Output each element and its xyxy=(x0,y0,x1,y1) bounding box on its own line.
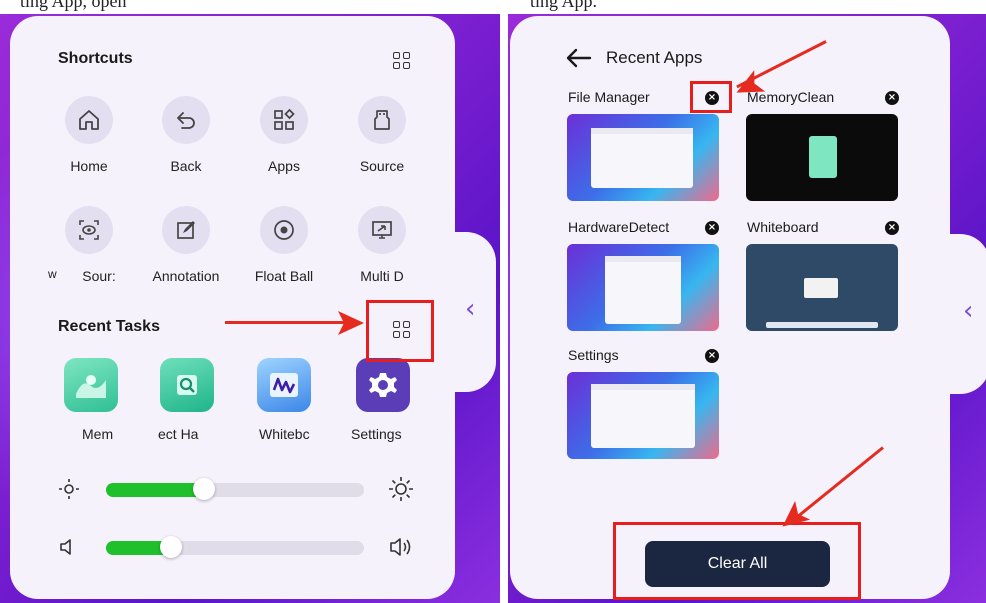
annotation-arrow xyxy=(225,321,345,324)
app-thumbnail[interactable] xyxy=(567,244,719,331)
shortcut-label: Home xyxy=(70,158,108,174)
close-icon[interactable]: × xyxy=(705,349,719,363)
app-name: File Manager xyxy=(568,89,650,105)
highlight-box xyxy=(366,300,434,362)
shortcut-float-ball[interactable]: Float Ball xyxy=(239,206,329,284)
back-arrow-icon[interactable] xyxy=(566,48,592,73)
app-name: Whiteboard xyxy=(747,219,819,235)
brightness-slider-knob[interactable] xyxy=(193,478,215,500)
thumbnail-window xyxy=(605,256,681,324)
multi-display-icon xyxy=(358,206,406,254)
shortcut-multi-display[interactable]: Multi D xyxy=(337,206,427,284)
highlight-box xyxy=(613,522,861,600)
brightness-high-icon xyxy=(388,476,414,507)
comparison-figure: ting App, open ting App. ‹ Shortcuts Hom… xyxy=(0,0,986,603)
app-name: Settings xyxy=(568,347,619,363)
apps-icon xyxy=(260,96,308,144)
annotation-icon xyxy=(162,206,210,254)
edit-shortcuts-grid-icon[interactable] xyxy=(393,52,411,70)
back-icon xyxy=(162,96,210,144)
source-icon xyxy=(358,96,406,144)
eye-icon xyxy=(65,206,113,254)
gear-icon[interactable] xyxy=(356,358,410,412)
close-icon[interactable]: × xyxy=(885,91,899,105)
shortcut-label: Back xyxy=(170,158,202,174)
collapse-chevron-icon[interactable]: ‹ xyxy=(963,296,973,326)
shortcut-label: Source xyxy=(359,158,405,174)
volume-high-icon xyxy=(388,534,414,565)
shortcut-source-eye[interactable]: Sour: xyxy=(44,206,134,284)
app-thumbnail[interactable] xyxy=(746,114,898,201)
recent-task-label: Mem xyxy=(82,426,114,442)
recent-apps-screen: ‹ Recent Apps File Manager × MemoryClean… xyxy=(508,14,986,603)
thumbnail-toolbar xyxy=(766,322,878,328)
app-name: HardwareDetect xyxy=(568,219,670,235)
shortcut-label: Apps xyxy=(268,158,300,174)
close-icon[interactable]: × xyxy=(705,221,719,235)
float-ball-icon xyxy=(260,206,308,254)
shortcut-label: Annotation xyxy=(152,268,220,284)
app-thumbnail[interactable] xyxy=(746,244,898,331)
brightness-low-icon xyxy=(58,478,80,505)
thumbnail-window xyxy=(804,278,838,298)
memory-clean-icon[interactable] xyxy=(64,358,118,412)
caption-right: ting App. xyxy=(530,0,598,11)
volume-low-icon xyxy=(58,536,80,563)
home-icon xyxy=(65,96,113,144)
brightness-slider[interactable] xyxy=(106,478,364,500)
shortcut-home[interactable]: Home xyxy=(44,96,134,174)
brightness-slider-fill xyxy=(106,483,204,497)
shortcut-label: Sour: xyxy=(82,268,116,284)
app-thumbnail[interactable] xyxy=(567,372,719,459)
control-center-screen: ‹ Shortcuts Home Back Apps Source w Sour… xyxy=(0,14,500,603)
close-icon[interactable]: × xyxy=(885,221,899,235)
hardware-detect-icon[interactable] xyxy=(160,358,214,412)
shortcut-label: Float Ball xyxy=(254,268,314,284)
volume-slider[interactable] xyxy=(106,536,364,558)
thumbnail-window xyxy=(591,384,695,448)
shortcut-apps[interactable]: Apps xyxy=(239,96,329,174)
thumbnail-window xyxy=(809,136,837,178)
recent-task-label: Whitebc xyxy=(259,426,310,442)
caption-strip: ting App, open ting App. xyxy=(0,0,986,14)
recent-task-label: Settings xyxy=(351,426,402,442)
shortcut-label: Multi D xyxy=(360,268,404,284)
shortcut-source[interactable]: Source xyxy=(337,96,427,174)
highlight-box xyxy=(690,81,732,113)
caption-left: ting App, open xyxy=(20,0,127,11)
shortcut-back[interactable]: Back xyxy=(141,96,231,174)
volume-slider-knob[interactable] xyxy=(160,536,182,558)
shortcuts-title: Shortcuts xyxy=(58,50,133,67)
whiteboard-icon[interactable] xyxy=(257,358,311,412)
collapse-chevron-icon[interactable]: ‹ xyxy=(465,294,475,324)
thumbnail-window xyxy=(591,128,693,188)
recent-task-label: ect Ha xyxy=(158,426,199,442)
recent-apps-title: Recent Apps xyxy=(606,48,703,67)
annotation-arrowhead xyxy=(338,311,364,340)
shortcut-annotation[interactable]: Annotation xyxy=(141,206,231,284)
recent-tasks-title: Recent Tasks xyxy=(58,318,160,335)
app-thumbnail[interactable] xyxy=(567,114,719,201)
